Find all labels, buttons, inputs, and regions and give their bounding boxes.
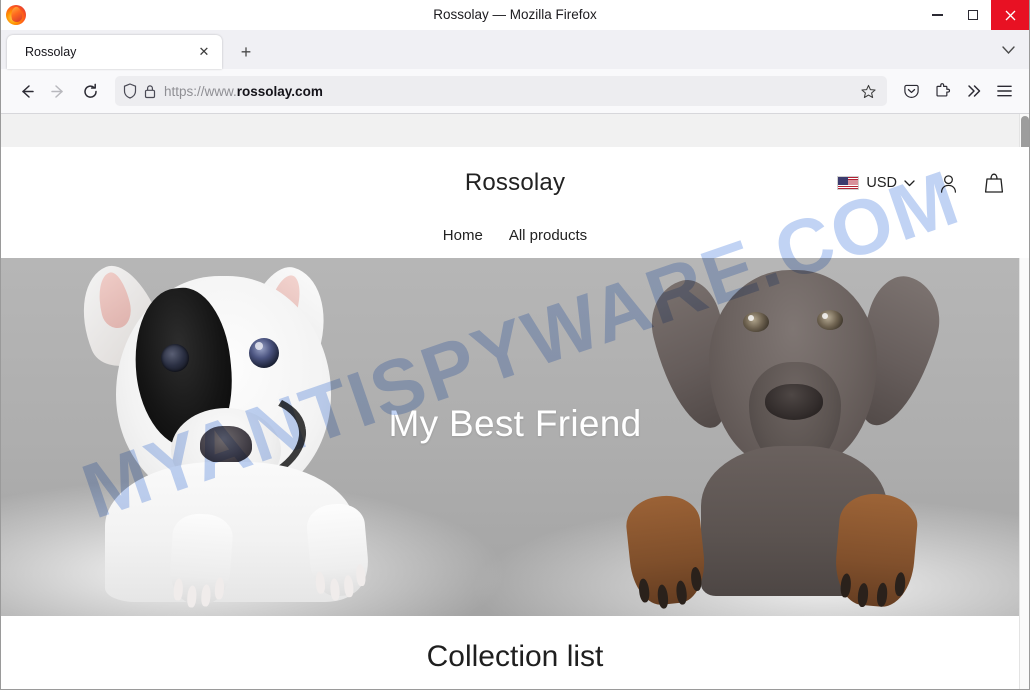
minimize-button[interactable] [919, 0, 955, 30]
collection-list-section: Collection list [1, 616, 1029, 676]
account-icon [940, 174, 956, 193]
us-flag-icon [837, 176, 860, 190]
hero-title: My Best Friend [388, 403, 642, 444]
collection-list-title: Collection list [426, 640, 604, 673]
forward-button[interactable] [42, 75, 74, 107]
tab-title: Rossolay [25, 45, 77, 59]
new-tab-button[interactable]: + [231, 37, 261, 67]
pocket-button[interactable] [896, 76, 927, 107]
reload-button[interactable] [74, 75, 106, 107]
firefox-logo-icon [6, 4, 26, 25]
title-bar: Rossolay — Mozilla Firefox [1, 0, 1029, 30]
tab-close-icon[interactable]: ✕ [194, 42, 214, 62]
navigation-toolbar: https://www.rossolay.com [1, 69, 1029, 114]
chevron-down-icon [904, 179, 915, 186]
address-bar[interactable]: https://www.rossolay.com [115, 76, 887, 106]
tab-list-chevron-down-icon[interactable] [995, 37, 1021, 63]
web-page: Rossolay USD Home All products My Best F… [1, 114, 1029, 689]
account-button[interactable] [935, 170, 961, 196]
brand-row: Rossolay USD [1, 161, 1029, 205]
hamburger-menu-icon [997, 85, 1012, 97]
url-text[interactable]: https://www.rossolay.com [164, 84, 857, 99]
reload-icon [83, 83, 97, 98]
site-header: Rossolay USD Home All products [1, 147, 1029, 258]
window-controls [919, 0, 1029, 30]
browser-window: Rossolay — Mozilla Firefox Rossolay ✕ + [0, 0, 1030, 690]
announcement-bar [1, 114, 1029, 147]
close-window-button[interactable] [991, 0, 1029, 30]
bookmark-star-icon[interactable] [857, 80, 879, 102]
extensions-icon [936, 82, 951, 97]
url-prefix: https://www. [164, 83, 237, 99]
cart-button[interactable] [981, 170, 1007, 196]
nav-link-all-products[interactable]: All products [509, 227, 587, 244]
back-arrow-icon [21, 84, 34, 98]
nav-link-home[interactable]: Home [443, 227, 483, 244]
app-menu-button[interactable] [989, 76, 1020, 107]
lock-icon [144, 84, 156, 98]
window-title: Rossolay — Mozilla Firefox [433, 6, 597, 22]
overflow-menu-button[interactable] [958, 76, 989, 107]
shield-icon [123, 83, 137, 99]
cart-icon [984, 173, 1004, 193]
url-domain: rossolay.com [236, 83, 323, 99]
site-logo[interactable]: Rossolay [465, 169, 565, 197]
close-icon [1005, 10, 1015, 20]
hero-banner[interactable]: My Best Friend [1, 258, 1029, 616]
forward-arrow-icon [50, 84, 63, 98]
back-button[interactable] [10, 75, 42, 107]
maximize-button[interactable] [955, 0, 991, 30]
site-nav: Home All products [1, 227, 1029, 244]
pocket-icon [904, 84, 919, 98]
page-viewport: Rossolay USD Home All products My Best F… [1, 114, 1029, 689]
tab-strip: Rossolay ✕ + [1, 30, 1029, 69]
extensions-button[interactable] [927, 76, 958, 107]
header-actions: USD [837, 170, 1007, 196]
currency-selector[interactable]: USD [837, 175, 915, 191]
chevron-double-right-icon [967, 85, 980, 97]
browser-tab[interactable]: Rossolay ✕ [7, 35, 222, 69]
currency-code: USD [866, 175, 897, 191]
site-identity[interactable] [123, 83, 164, 99]
